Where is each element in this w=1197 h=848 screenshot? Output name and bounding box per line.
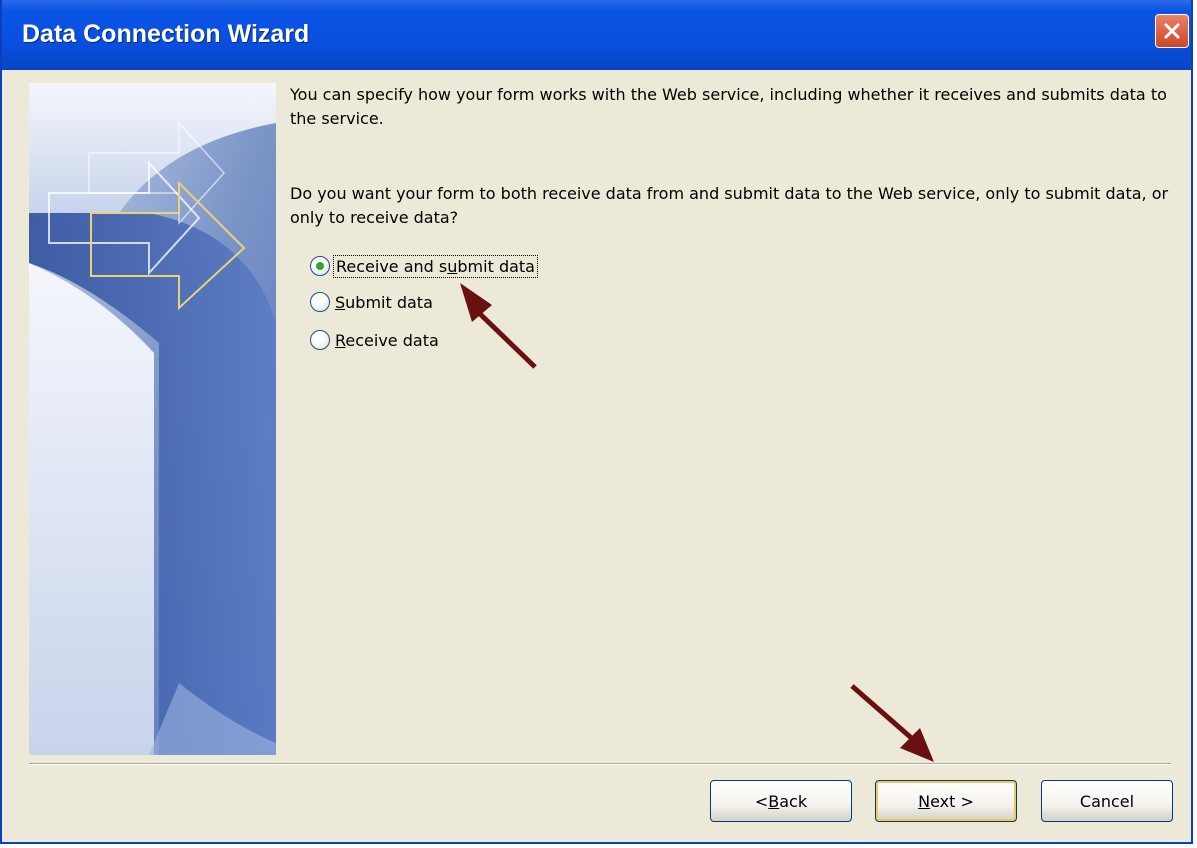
radio-receive-and-submit[interactable]: [310, 256, 330, 276]
button-separator: [29, 763, 1171, 765]
annotation-arrow-next: [850, 684, 934, 762]
option-receive[interactable]: Receive data: [310, 326, 441, 354]
cancel-button[interactable]: Cancel: [1041, 780, 1173, 822]
wizard-side-graphic: [29, 83, 276, 755]
close-icon[interactable]: [1155, 14, 1189, 48]
next-button[interactable]: Next >: [875, 780, 1017, 822]
radio-label-receive[interactable]: Receive data: [333, 330, 441, 351]
annotation-arrow-radio: [460, 283, 537, 369]
radio-label-receive-and-submit[interactable]: Receive and submit data: [333, 254, 538, 278]
radio-receive[interactable]: [310, 330, 330, 350]
wizard-window: Data Connection Wizard You can specify h…: [0, 0, 1193, 844]
radio-submit[interactable]: [310, 292, 330, 312]
radio-label-submit[interactable]: Submit data: [333, 292, 435, 313]
option-submit[interactable]: Submit data: [310, 288, 435, 316]
title-bar[interactable]: Data Connection Wizard: [2, 0, 1191, 70]
intro-text: You can specify how your form works with…: [290, 85, 1167, 128]
question-text: Do you want your form to both receive da…: [290, 184, 1169, 227]
window-title: Data Connection Wizard: [22, 20, 310, 48]
option-receive-and-submit[interactable]: Receive and submit data: [310, 252, 538, 280]
back-button[interactable]: < Back: [710, 780, 852, 822]
